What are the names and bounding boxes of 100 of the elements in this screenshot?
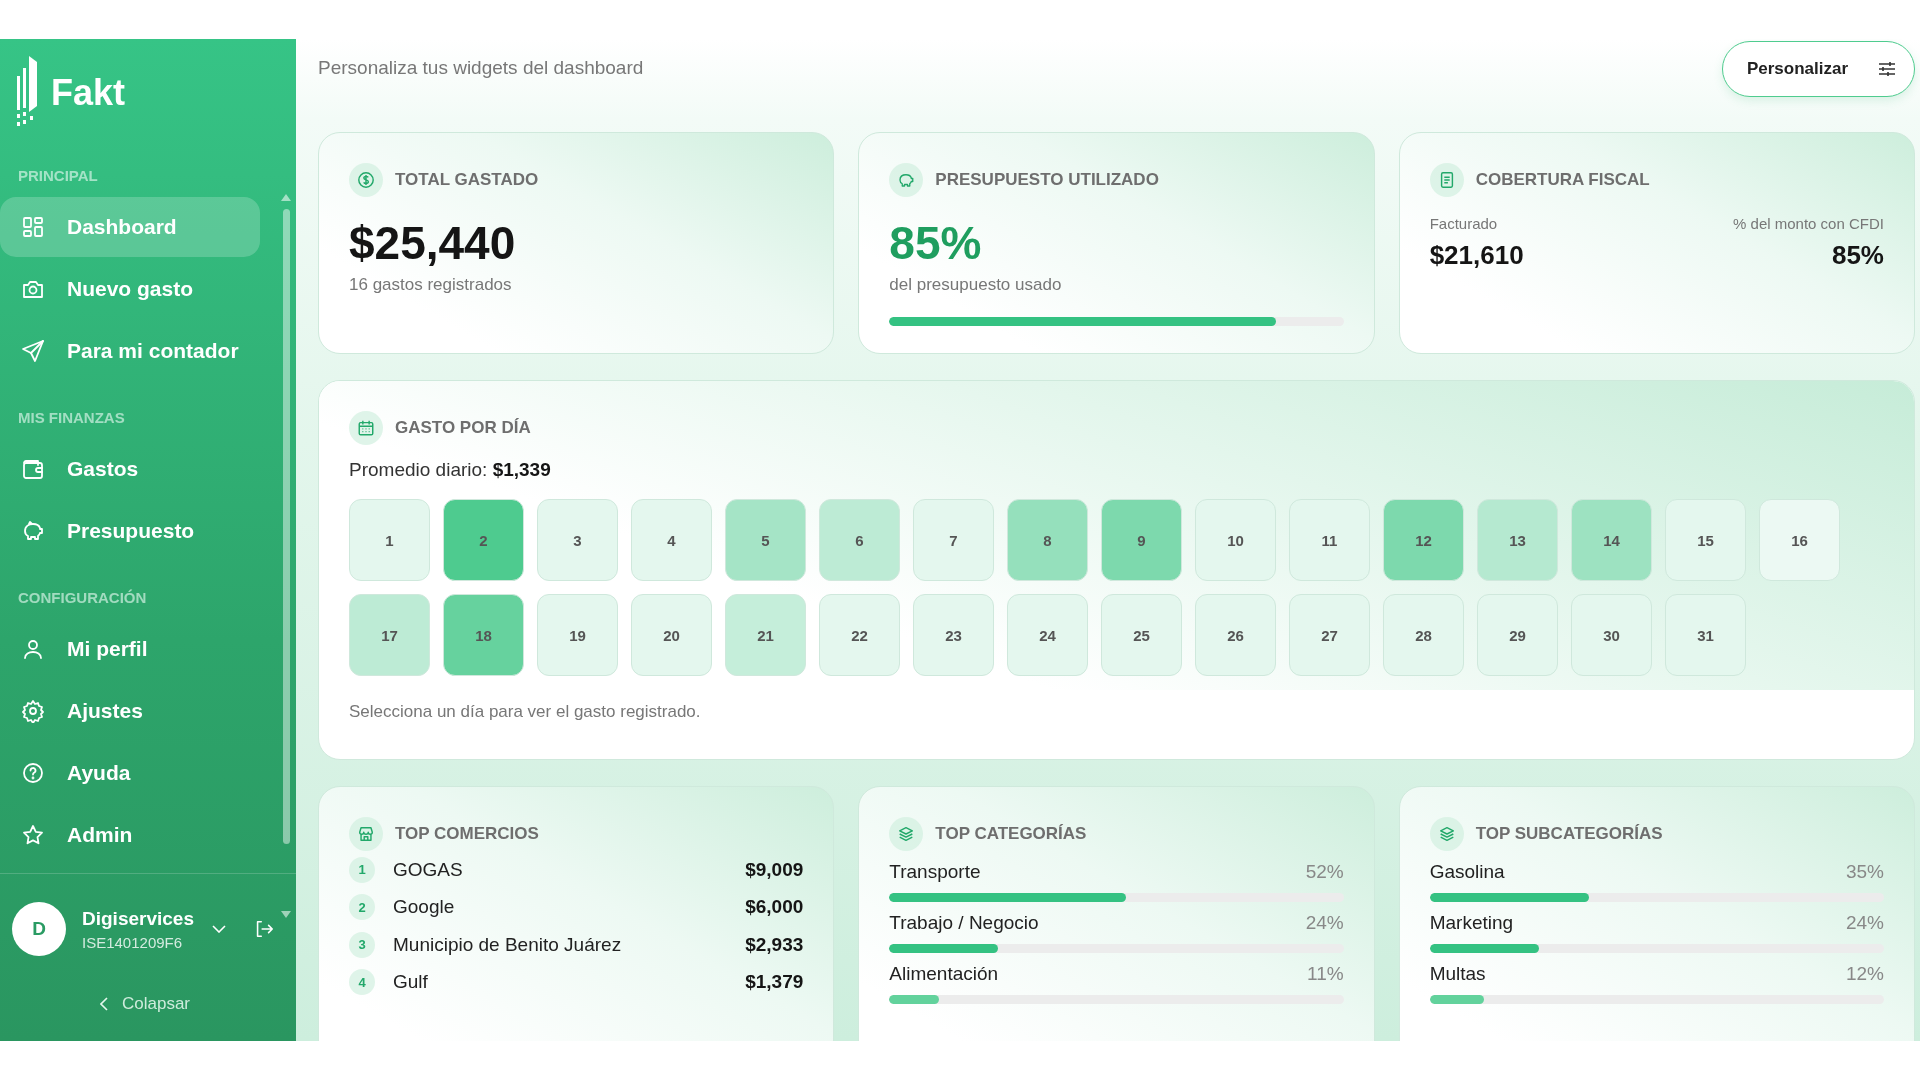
chevron-down-icon[interactable]	[211, 925, 226, 933]
rank-badge: 3	[349, 931, 375, 958]
day-cell[interactable]: 21	[725, 594, 806, 676]
piggy-bank-icon	[21, 519, 45, 543]
daily-hint: Selecciona un día para ver el gasto registrado.	[348, 701, 702, 723]
merchant-name: Gulf	[393, 971, 429, 994]
day-cell[interactable]: 15	[1665, 499, 1746, 581]
caption: 16 gastos registrados	[349, 275, 513, 295]
day-cell[interactable]: 14	[1571, 499, 1652, 581]
day-cell[interactable]: 28	[1383, 594, 1464, 676]
day-cell[interactable]: 24	[1007, 594, 1088, 676]
scrollbar[interactable]	[281, 194, 291, 918]
paper-plane-icon	[21, 339, 45, 363]
day-cell[interactable]: 27	[1289, 594, 1370, 676]
dashboard-grid-icon	[21, 215, 45, 239]
merchant-name: GOGAS	[393, 858, 464, 881]
store-icon	[349, 817, 383, 851]
billed-label: Facturado	[1429, 215, 1499, 232]
category-percent: 52%	[1305, 861, 1344, 883]
merchant-amount: $6,000	[745, 896, 804, 919]
user-rfc: ISE1401209F6	[82, 933, 184, 951]
merchant-name: Google	[393, 896, 456, 919]
day-cell[interactable]: 20	[631, 594, 712, 676]
day-cell[interactable]: 10	[1195, 499, 1276, 581]
card-title: TOP SUBCATEGORÍAS	[1475, 824, 1663, 844]
day-cell[interactable]: 8	[1007, 499, 1088, 581]
nav-item[interactable]: Ajustes	[0, 681, 260, 741]
day-cell[interactable]: 1	[349, 499, 430, 581]
category-percent: 11%	[1307, 963, 1344, 985]
category-name: Transporte	[889, 861, 981, 883]
category-percent: 12%	[1845, 963, 1884, 985]
category-name: Alimentación	[889, 963, 999, 985]
user-name: Digiservices	[82, 907, 194, 930]
page-subtitle: Personaliza tus widgets del dashboard	[318, 57, 644, 79]
category-name: Multas	[1429, 963, 1486, 985]
day-cell[interactable]: 11	[1289, 499, 1370, 581]
nav-item[interactable]: Mi perfil	[0, 619, 260, 679]
nav-item[interactable]: Ayuda	[0, 743, 260, 803]
day-cell[interactable]: 30	[1571, 594, 1652, 676]
day-cell[interactable]: 5	[725, 499, 806, 581]
layers-icon	[889, 817, 924, 851]
section-label: MIS FINANZAS	[17, 409, 126, 427]
category-percent: 24%	[1305, 912, 1344, 934]
merchant-amount: $9,009	[745, 858, 804, 881]
dollar-icon	[349, 163, 383, 197]
logo-text: Fakt	[51, 72, 126, 114]
day-cell[interactable]: 26	[1195, 594, 1276, 676]
budget-percent: 85%	[889, 217, 983, 269]
category-percent: 35%	[1845, 861, 1884, 883]
wallet-icon	[21, 457, 45, 481]
total-amount: $25,440	[349, 217, 517, 269]
day-cell[interactable]: 6	[819, 499, 900, 581]
day-cell[interactable]: 16	[1759, 499, 1840, 581]
day-cell[interactable]: 2	[443, 499, 524, 581]
billed-amount: $21,610	[1429, 240, 1525, 271]
merchant-name: Municipio de Benito Juárez	[393, 933, 623, 956]
caption: del presupuesto usado	[889, 275, 1063, 295]
day-cell[interactable]: 18	[443, 594, 524, 676]
calendar-icon	[349, 411, 383, 445]
daily-average: Promedio diario: $1,339	[349, 459, 552, 481]
star-icon	[21, 823, 45, 847]
card-title: TOP COMERCIOS	[395, 824, 539, 844]
day-cell[interactable]: 25	[1101, 594, 1182, 676]
avatar[interactable]: D	[12, 902, 66, 956]
rank-badge: 2	[349, 894, 375, 921]
day-cell[interactable]: 9	[1101, 499, 1182, 581]
category-percent: 24%	[1845, 912, 1884, 934]
day-cell[interactable]: 13	[1477, 499, 1558, 581]
day-cell[interactable]: 7	[913, 499, 994, 581]
customize-button[interactable]: Personalizar	[1721, 41, 1915, 97]
day-cell[interactable]: 17	[349, 594, 430, 676]
user-icon	[21, 637, 45, 661]
day-cell[interactable]: 22	[819, 594, 900, 676]
collapse-button[interactable]: Colapsar	[96, 990, 195, 1018]
category-name: Gasolina	[1429, 861, 1505, 883]
card-title: TOTAL GASTADO	[395, 170, 539, 190]
day-cell[interactable]: 23	[913, 594, 994, 676]
category-name: Marketing	[1429, 912, 1514, 934]
day-cell[interactable]: 3	[537, 499, 618, 581]
day-cell[interactable]: 12	[1383, 499, 1464, 581]
document-icon	[1429, 163, 1464, 197]
category-name: Trabajo / Negocio	[889, 912, 1039, 934]
section-label: CONFIGURACIÓN	[17, 589, 148, 607]
piggy-bank-icon	[889, 163, 924, 197]
card-title: GASTO POR DÍA	[395, 418, 531, 438]
day-cell[interactable]: 31	[1665, 594, 1746, 676]
layers-icon	[1429, 817, 1464, 851]
merchant-amount: $2,933	[745, 933, 804, 956]
day-cell[interactable]: 4	[631, 499, 712, 581]
section-label: PRINCIPAL	[17, 167, 99, 185]
rank-badge: 4	[349, 969, 375, 996]
day-cell[interactable]: 19	[537, 594, 618, 676]
cfdi-label: % del monto con CFDI	[1733, 215, 1884, 232]
settings-icon	[21, 699, 45, 723]
rank-badge: 1	[349, 856, 375, 883]
card-title: COBERTURA FISCAL	[1475, 170, 1650, 190]
cfdi-percent: 85%	[1830, 240, 1884, 271]
merchant-amount: $1,379	[745, 971, 804, 994]
nav-item[interactable]: Admin	[0, 805, 260, 865]
day-cell[interactable]: 29	[1477, 594, 1558, 676]
